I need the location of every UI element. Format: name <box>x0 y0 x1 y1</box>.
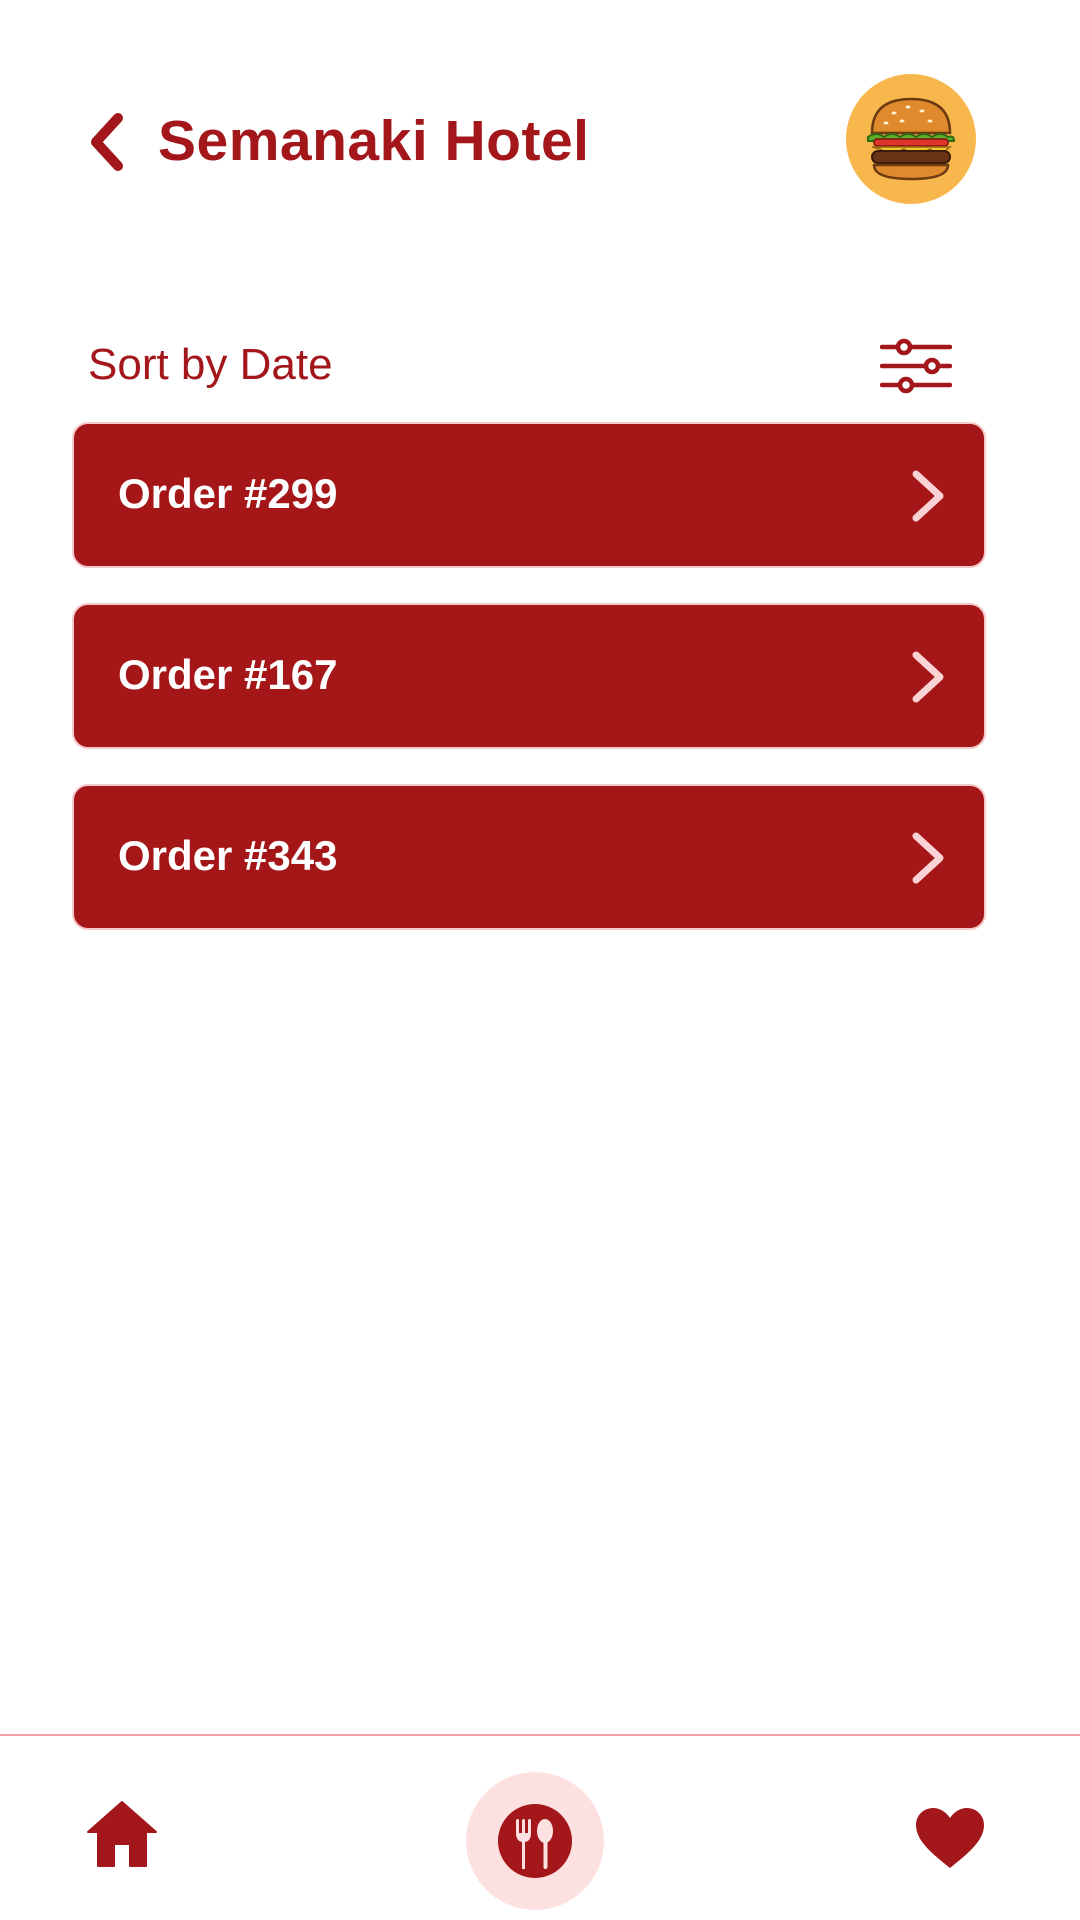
order-card[interactable]: Order #343 <box>72 784 986 930</box>
order-card[interactable]: Order #167 <box>72 603 986 749</box>
home-icon <box>87 1801 157 1867</box>
order-card[interactable]: Order #299 <box>72 422 986 568</box>
sliders-icon <box>880 338 952 394</box>
page-title: Semanaki Hotel <box>158 109 590 173</box>
heart-icon <box>916 1808 984 1868</box>
sort-row: Sort by Date <box>88 330 968 402</box>
chevron-left-icon <box>91 113 123 171</box>
app-header: Semanaki Hotel <box>0 0 1080 240</box>
nav-favorites-button[interactable] <box>914 1806 986 1872</box>
burger-icon <box>867 97 956 181</box>
order-label: Order #167 <box>118 651 338 698</box>
filter-button[interactable] <box>880 336 952 396</box>
chevron-right-icon <box>912 651 944 703</box>
chevron-right-icon <box>912 470 944 522</box>
order-label: Order #299 <box>118 470 338 517</box>
sort-by-date-label[interactable]: Sort by Date <box>88 340 333 390</box>
order-label: Order #343 <box>118 832 338 879</box>
back-button[interactable] <box>78 110 134 174</box>
order-list: Order #299 Order #167 Order #343 <box>72 422 986 965</box>
nav-home-button[interactable] <box>84 1796 160 1872</box>
avatar[interactable] <box>846 74 976 204</box>
chevron-right-icon <box>912 832 944 884</box>
bottom-nav <box>0 1736 1080 1920</box>
nav-menu-button[interactable] <box>466 1772 604 1910</box>
fork-spoon-icon <box>498 1804 572 1878</box>
